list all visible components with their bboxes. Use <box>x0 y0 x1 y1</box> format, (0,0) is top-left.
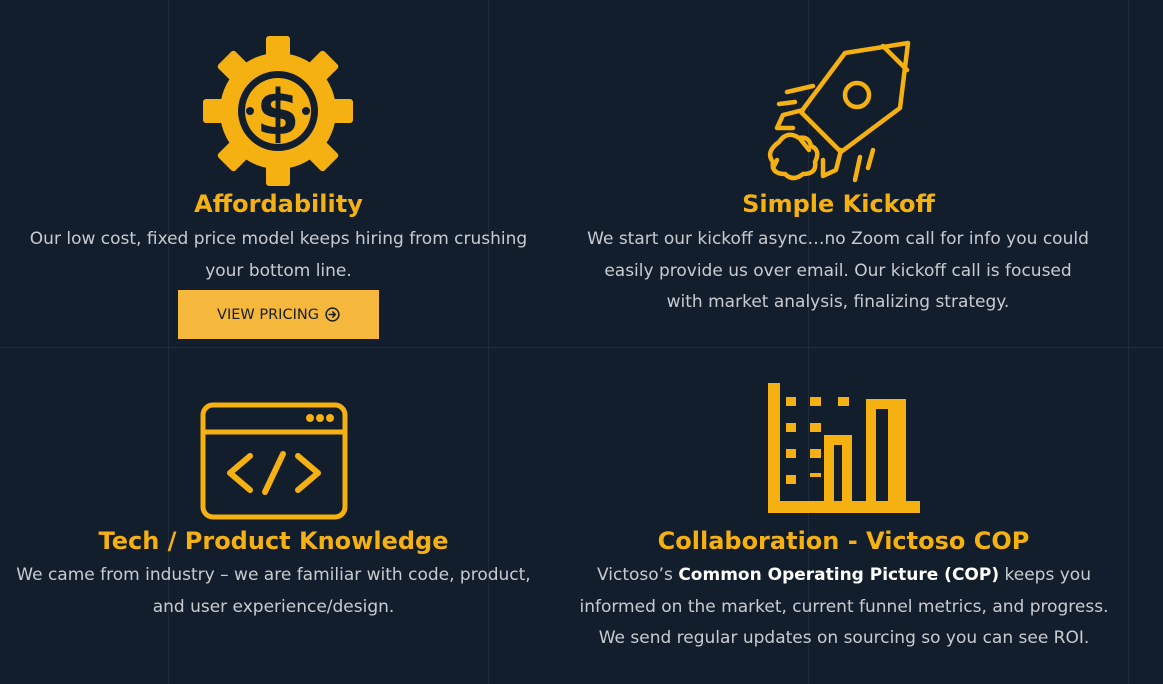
arrow-circle-right-icon <box>325 307 340 322</box>
grid-line <box>1128 0 1129 684</box>
bar-chart-icon <box>768 383 920 513</box>
code-window-icon <box>200 402 348 520</box>
dollar-gear-icon: $ <box>203 36 353 186</box>
grid-line <box>0 347 1163 348</box>
feature-description: We came from industry – we are familiar … <box>16 565 531 617</box>
button-label: VIEW PRICING <box>217 306 319 323</box>
feature-description: We start our kickoff async…no Zoom call … <box>587 229 1089 312</box>
feature-title: Simple Kickoff <box>742 190 935 218</box>
cop-emphasis: Common Operating Picture (COP) <box>678 565 1000 585</box>
feature-title: Tech / Product Knowledge <box>98 527 449 555</box>
description-text: Victoso’s <box>597 565 679 585</box>
feature-title: Collaboration - Victoso COP <box>657 527 1030 555</box>
feature-description: Victoso’s Common Operating Picture (COP)… <box>566 560 1122 655</box>
feature-description: Our low cost, fixed price model keeps hi… <box>29 229 528 281</box>
rocket-icon <box>767 40 911 183</box>
view-pricing-button[interactable]: VIEW PRICING <box>178 290 379 339</box>
svg-text:$: $ <box>256 76 299 149</box>
feature-title: Affordability <box>194 190 363 218</box>
